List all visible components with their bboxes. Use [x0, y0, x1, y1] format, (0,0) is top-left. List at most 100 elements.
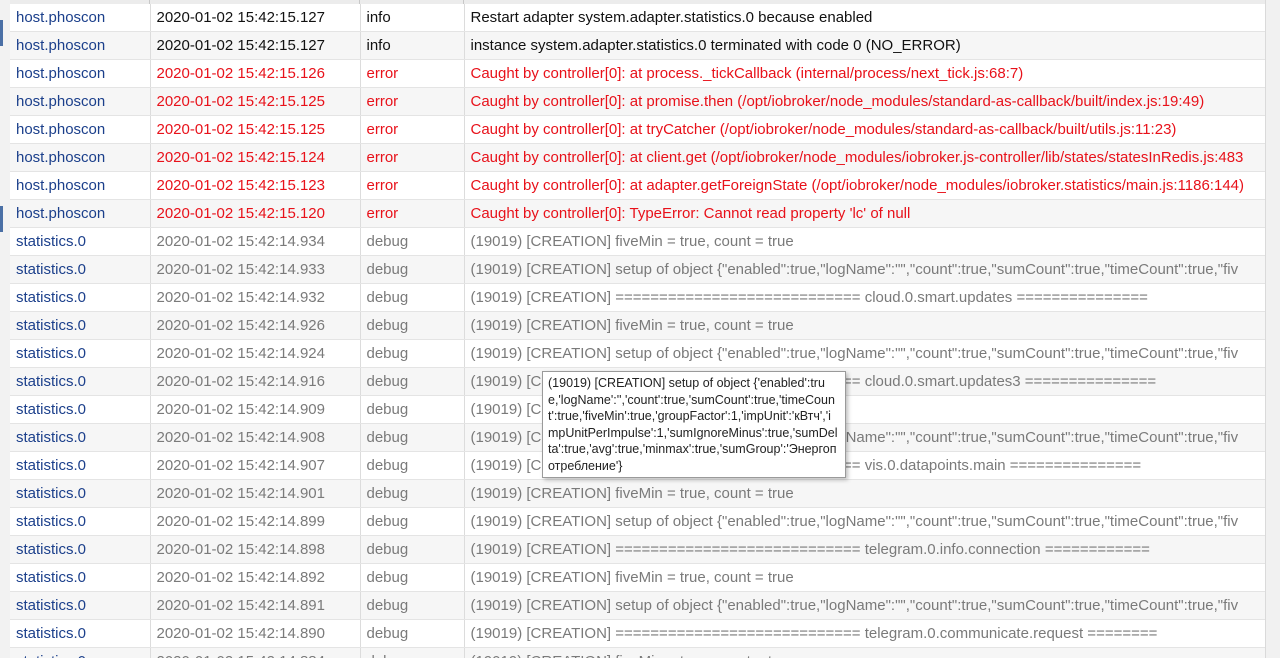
log-source-cell: statistics.0 — [10, 311, 151, 340]
log-time-cell: 2020-01-02 15:42:14.909 — [150, 395, 361, 424]
log-message-cell: Caught by controller[0]: at adapter.getF… — [464, 171, 1266, 200]
log-message-cell: Caught by controller[0]: at promise.then… — [464, 87, 1266, 116]
message-tooltip: (19019) [CREATION] setup of object {'ena… — [542, 371, 846, 478]
log-severity-cell: error — [360, 59, 465, 88]
vertical-scrollbar[interactable] — [1265, 0, 1280, 658]
log-time-cell: 2020-01-02 15:42:14.933 — [150, 255, 361, 284]
log-row[interactable]: host.phoscon 2020-01-02 15:42:15.127 info i… — [10, 31, 1266, 60]
log-body: host.phoscon 2020-01-02 15:42:15.127 info R… — [10, 4, 1266, 658]
log-time-cell: 2020-01-02 15:42:14.934 — [150, 227, 361, 256]
log-source-cell: statistics.0 — [10, 423, 151, 452]
log-time-cell: 2020-01-02 15:42:15.125 — [150, 115, 361, 144]
log-time-cell: 2020-01-02 15:42:14.901 — [150, 479, 361, 508]
log-source-cell: host.phoscon — [10, 171, 151, 200]
log-source-cell: host.phoscon — [10, 59, 151, 88]
log-row[interactable]: host.phoscon 2020-01-02 15:42:15.120 error… — [10, 199, 1266, 228]
log-row[interactable]: host.phoscon 2020-01-02 15:42:15.125 error… — [10, 115, 1266, 144]
log-time-cell: 2020-01-02 15:42:15.126 — [150, 59, 361, 88]
log-time-cell: 2020-01-02 15:42:14.899 — [150, 507, 361, 536]
log-time-cell: 2020-01-02 15:42:15.125 — [150, 87, 361, 116]
log-message-cell: (19019) [CREATION] fiveMin = true, count… — [464, 563, 1266, 592]
log-row[interactable]: host.phoscon 2020-01-02 15:42:15.125 error… — [10, 87, 1266, 116]
gutter-marker — [0, 206, 3, 232]
log-source-cell: statistics.0 — [10, 395, 151, 424]
log-row[interactable]: host.phoscon 2020-01-02 15:42:15.127 info R… — [10, 4, 1266, 32]
log-source-cell: host.phoscon — [10, 31, 151, 60]
log-severity-cell: error — [360, 87, 465, 116]
log-row[interactable]: statistics.0 2020-01-02 15:42:14.901 debug… — [10, 479, 1266, 508]
log-message-cell: Caught by controller[0]: at process._tic… — [464, 59, 1266, 88]
log-severity-cell: debug — [360, 255, 465, 284]
log-row[interactable]: statistics.0 2020-01-02 15:42:14.933 debug… — [10, 255, 1266, 284]
log-time-cell: 2020-01-02 15:42:14.932 — [150, 283, 361, 312]
log-time-cell: 2020-01-02 15:42:14.892 — [150, 563, 361, 592]
log-time-cell: 2020-01-02 15:42:14.891 — [150, 591, 361, 620]
gutter-marker — [0, 20, 3, 46]
log-message-cell: (19019) [CREATION] setup of object {"ena… — [464, 255, 1266, 284]
log-time-cell: 2020-01-02 15:42:15.123 — [150, 171, 361, 200]
log-source-cell: statistics.0 — [10, 535, 151, 564]
log-severity-cell: error — [360, 199, 465, 228]
log-message-cell: Restart adapter system.adapter.statistic… — [464, 4, 1266, 32]
log-window: host.phoscon 2020-01-02 15:42:15.127 info R… — [0, 0, 1280, 658]
log-source-cell: statistics.0 — [10, 255, 151, 284]
log-source-cell: statistics.0 — [10, 563, 151, 592]
log-severity-cell: debug — [360, 227, 465, 256]
log-message-cell: (19019) [CREATION] fiveMin = true, count… — [464, 479, 1266, 508]
log-time-cell: 2020-01-02 15:42:15.120 — [150, 199, 361, 228]
log-time-cell: 2020-01-02 15:42:14.890 — [150, 619, 361, 648]
log-row[interactable]: statistics.0 2020-01-02 15:42:14.898 debug… — [10, 535, 1266, 564]
log-table: host.phoscon 2020-01-02 15:42:15.127 info R… — [10, 4, 1266, 658]
log-message-cell: (19019) [CREATION] fiveMin = true, count… — [464, 311, 1266, 340]
log-severity-cell: debug — [360, 507, 465, 536]
log-severity-cell: debug — [360, 563, 465, 592]
log-time-cell: 2020-01-02 15:42:14.907 — [150, 451, 361, 480]
log-row[interactable]: host.phoscon 2020-01-02 15:42:15.126 error… — [10, 59, 1266, 88]
log-time-cell: 2020-01-02 15:42:14.884 — [150, 647, 361, 658]
log-source-cell: statistics.0 — [10, 479, 151, 508]
log-row[interactable]: host.phoscon 2020-01-02 15:42:15.124 error… — [10, 143, 1266, 172]
log-message-cell: (19019) [CREATION] setup of object {"ena… — [464, 591, 1266, 620]
log-severity-cell: debug — [360, 591, 465, 620]
log-message-cell: instance system.adapter.statistics.0 ter… — [464, 31, 1266, 60]
log-row[interactable]: statistics.0 2020-01-02 15:42:14.934 debug… — [10, 227, 1266, 256]
log-severity-cell: error — [360, 171, 465, 200]
log-source-cell: host.phoscon — [10, 199, 151, 228]
log-time-cell: 2020-01-02 15:42:14.924 — [150, 339, 361, 368]
log-source-cell: statistics.0 — [10, 647, 151, 658]
log-row[interactable]: host.phoscon 2020-01-02 15:42:15.123 error… — [10, 171, 1266, 200]
log-source-cell: host.phoscon — [10, 87, 151, 116]
log-row[interactable]: statistics.0 2020-01-02 15:42:14.932 debug… — [10, 283, 1266, 312]
log-row[interactable]: statistics.0 2020-01-02 15:42:14.899 debug… — [10, 507, 1266, 536]
log-row[interactable]: statistics.0 2020-01-02 15:42:14.926 debug… — [10, 311, 1266, 340]
log-severity-cell: debug — [360, 339, 465, 368]
log-time-cell: 2020-01-02 15:42:14.926 — [150, 311, 361, 340]
log-time-cell: 2020-01-02 15:42:15.127 — [150, 4, 361, 32]
log-severity-cell: error — [360, 115, 465, 144]
log-severity-cell: debug — [360, 479, 465, 508]
log-message-cell: (19019) [CREATION] setup of object {"ena… — [464, 339, 1266, 368]
log-source-cell: statistics.0 — [10, 367, 151, 396]
log-severity-cell: info — [360, 31, 465, 60]
log-source-cell: statistics.0 — [10, 451, 151, 480]
log-time-cell: 2020-01-02 15:42:15.124 — [150, 143, 361, 172]
log-row[interactable]: statistics.0 2020-01-02 15:42:14.890 debug… — [10, 619, 1266, 648]
log-time-cell: 2020-01-02 15:42:14.916 — [150, 367, 361, 396]
log-message-cell: (19019) [CREATION] fiveMin = true, count… — [464, 647, 1266, 658]
log-row[interactable]: statistics.0 2020-01-02 15:42:14.924 debug… — [10, 339, 1266, 368]
log-message-cell: Caught by controller[0]: at tryCatcher (… — [464, 115, 1266, 144]
log-row[interactable]: statistics.02020-01-02 15:42:14.884debug… — [10, 647, 1266, 658]
log-source-cell: statistics.0 — [10, 591, 151, 620]
log-severity-cell: debug — [360, 367, 465, 396]
log-severity-cell: debug — [360, 283, 465, 312]
log-message-cell: (19019) [CREATION] =====================… — [464, 283, 1266, 312]
log-message-cell: (19019) [CREATION] =====================… — [464, 535, 1266, 564]
log-message-cell: Caught by controller[0]: at client.get (… — [464, 143, 1266, 172]
log-source-cell: host.phoscon — [10, 115, 151, 144]
log-severity-cell: debug — [360, 423, 465, 452]
log-source-cell: host.phoscon — [10, 143, 151, 172]
log-row[interactable]: statistics.0 2020-01-02 15:42:14.892 debug… — [10, 563, 1266, 592]
log-severity-cell: error — [360, 143, 465, 172]
log-time-cell: 2020-01-02 15:42:14.898 — [150, 535, 361, 564]
log-row[interactable]: statistics.0 2020-01-02 15:42:14.891 debug… — [10, 591, 1266, 620]
